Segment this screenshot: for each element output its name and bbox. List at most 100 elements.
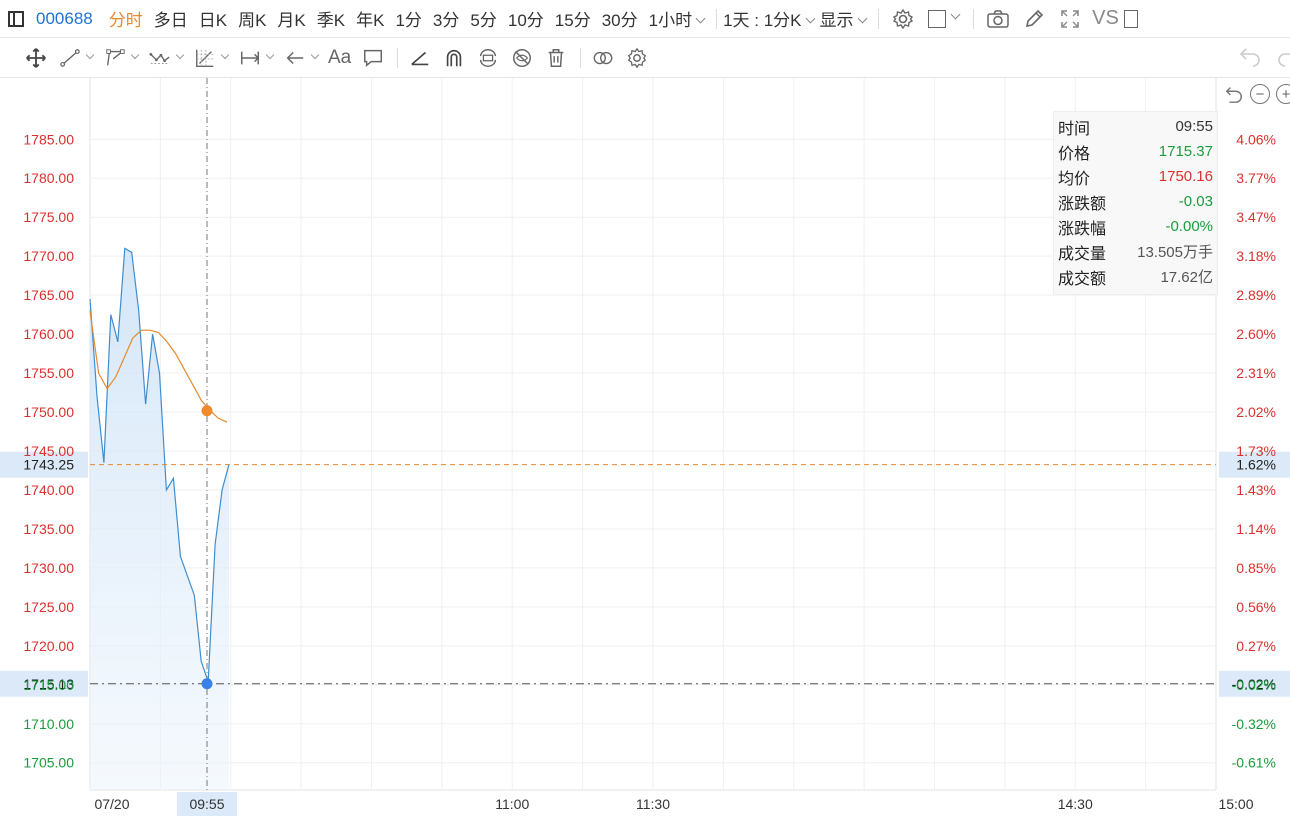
line-tool-icon[interactable] xyxy=(58,43,95,73)
info-row-change-pct: 涨跌幅 -0.00% xyxy=(1058,214,1213,239)
tab-5min[interactable]: 5分 xyxy=(470,6,507,31)
y-tick-label-right: 2.31% xyxy=(1236,365,1276,381)
tab-weekly-k[interactable]: 周K xyxy=(238,6,277,31)
pencil-icon[interactable] xyxy=(1019,4,1049,34)
y-tick-label-right: -0.02% xyxy=(1232,677,1276,693)
tab-3min[interactable]: 3分 xyxy=(433,6,470,31)
x-tick-label: 15:00 xyxy=(1218,796,1253,812)
polyline-tool-icon[interactable] xyxy=(103,43,140,73)
y-tick-label-right: 3.18% xyxy=(1236,248,1276,264)
undo-icon[interactable] xyxy=(1238,45,1262,73)
y-tick-label-left: 1715.00 xyxy=(23,677,74,693)
divider xyxy=(877,8,879,29)
drawing-settings-gear-icon[interactable] xyxy=(625,43,649,73)
zoom-out-icon[interactable]: − xyxy=(1250,84,1270,104)
x-tick-label: 11:00 xyxy=(495,796,529,812)
chevron-down-icon xyxy=(265,50,275,60)
y-tick-label-left: 1785.00 xyxy=(23,131,74,147)
tab-multiday[interactable]: 多日 xyxy=(154,6,199,31)
reset-zoom-icon[interactable] xyxy=(1224,84,1244,104)
x-tick-label: 07/20 xyxy=(94,796,129,812)
compare-circles-icon[interactable] xyxy=(591,43,615,73)
y-tick-label-right: 1.43% xyxy=(1236,482,1276,498)
trash-icon[interactable] xyxy=(544,43,568,73)
lock-sync-icon[interactable] xyxy=(476,43,500,73)
tab-30min[interactable]: 30分 xyxy=(602,6,649,31)
measure-range-icon[interactable] xyxy=(238,43,275,73)
hour-dropdown[interactable]: 1小时 xyxy=(648,6,706,31)
y-tick-label-left: 1780.00 xyxy=(23,170,74,186)
info-row-time: 时间 09:55 xyxy=(1058,114,1213,139)
chevron-down-icon xyxy=(857,13,867,24)
hide-drawings-icon[interactable] xyxy=(510,43,534,73)
info-label: 时间 xyxy=(1058,120,1091,138)
y-tick-label-left: 1735.00 xyxy=(23,521,74,537)
chevron-down-icon xyxy=(175,50,185,60)
magnet-icon[interactable] xyxy=(442,43,466,73)
stock-code[interactable]: 000688 xyxy=(36,9,93,29)
panel-square-icon[interactable] xyxy=(1123,4,1138,34)
tab-monthly-k[interactable]: 月K xyxy=(277,6,316,31)
info-label: 均价 xyxy=(1058,170,1091,188)
info-value: 13.505万手 xyxy=(1137,244,1213,261)
info-label: 价格 xyxy=(1058,145,1091,163)
display-dropdown-label: 显示 xyxy=(819,11,854,30)
tab-daily-k[interactable]: 日K xyxy=(199,6,238,31)
y-tick-label-left: 1750.00 xyxy=(23,404,74,420)
compare-dropdown-label: 1天 : 1分K xyxy=(723,11,802,30)
info-value: -0.03 xyxy=(1178,193,1213,210)
y-tick-label-right: 0.27% xyxy=(1236,638,1276,654)
settings-gear-icon[interactable] xyxy=(888,4,918,34)
text-tool-icon[interactable]: Aa xyxy=(328,43,351,73)
display-dropdown[interactable]: 显示 xyxy=(819,6,867,31)
y-tick-label-left: 1745.00 xyxy=(23,443,74,459)
tab-yearly-k[interactable]: 年K xyxy=(356,6,395,31)
info-label: 成交额 xyxy=(1058,270,1107,288)
wave-tool-icon[interactable] xyxy=(148,43,185,73)
sidebar-toggle-icon[interactable] xyxy=(8,10,24,27)
info-row-change: 涨跌额 -0.03 xyxy=(1058,189,1213,214)
redo-icon[interactable] xyxy=(1276,45,1290,73)
y-tick-label-right: 2.02% xyxy=(1236,404,1276,420)
info-value: -0.00% xyxy=(1165,218,1213,235)
arrow-tool-icon[interactable] xyxy=(283,43,320,73)
angle-tool-icon[interactable] xyxy=(408,43,432,73)
y-tick-label-right: 4.06% xyxy=(1236,131,1276,147)
y-tick-label-left: 1730.00 xyxy=(23,560,74,576)
chevron-down-icon xyxy=(130,50,140,60)
price-marker-label-left: 1743.25 xyxy=(23,457,74,473)
info-value: 17.62亿 xyxy=(1160,269,1213,286)
info-value: 1750.16 xyxy=(1158,168,1213,185)
tab-15min[interactable]: 15分 xyxy=(555,6,602,31)
tab-intraday[interactable]: 分时 xyxy=(109,6,154,31)
price-point xyxy=(201,678,213,690)
info-value: 1715.37 xyxy=(1158,143,1213,160)
divider xyxy=(972,8,974,29)
compare-dropdown[interactable]: 1天 : 1分K xyxy=(723,6,815,31)
crosshair-info-panel: 时间 09:55 价格 1715.37 均价 1750.16 涨跌额 -0.03… xyxy=(1053,111,1218,295)
fib-grid-tool-icon[interactable] xyxy=(193,43,230,73)
tab-10min[interactable]: 10分 xyxy=(508,6,555,31)
y-tick-label-left: 1720.00 xyxy=(23,638,74,654)
compare-vs-button[interactable]: VS xyxy=(1091,4,1121,34)
layout-square-icon[interactable] xyxy=(924,4,964,34)
y-tick-label-right: 0.85% xyxy=(1236,560,1276,576)
hour-dropdown-label: 1小时 xyxy=(648,11,693,30)
y-tick-label-right: 3.77% xyxy=(1236,170,1276,186)
divider xyxy=(397,48,399,68)
comment-icon[interactable] xyxy=(361,43,385,73)
zoom-in-icon[interactable]: + xyxy=(1276,84,1290,104)
y-tick-label-right: 1.73% xyxy=(1236,443,1276,459)
tab-1min[interactable]: 1分 xyxy=(395,6,432,31)
move-cross-icon[interactable] xyxy=(24,43,48,73)
period-toolbar: 000688 分时 多日 日K 周K 月K 季K 年K 1分 3分 5分 10分… xyxy=(0,0,1290,38)
chevron-down-icon xyxy=(310,50,320,60)
tab-quarterly-k[interactable]: 季K xyxy=(317,6,356,31)
y-tick-label-right: 3.47% xyxy=(1236,209,1276,225)
y-tick-label-left: 1705.00 xyxy=(23,755,74,771)
camera-icon[interactable] xyxy=(983,4,1013,34)
y-tick-label-left: 1760.00 xyxy=(23,326,74,342)
fullscreen-icon[interactable] xyxy=(1055,4,1085,34)
info-row-price: 价格 1715.37 xyxy=(1058,139,1213,164)
info-row-turnover: 成交额 17.62亿 xyxy=(1058,264,1213,289)
